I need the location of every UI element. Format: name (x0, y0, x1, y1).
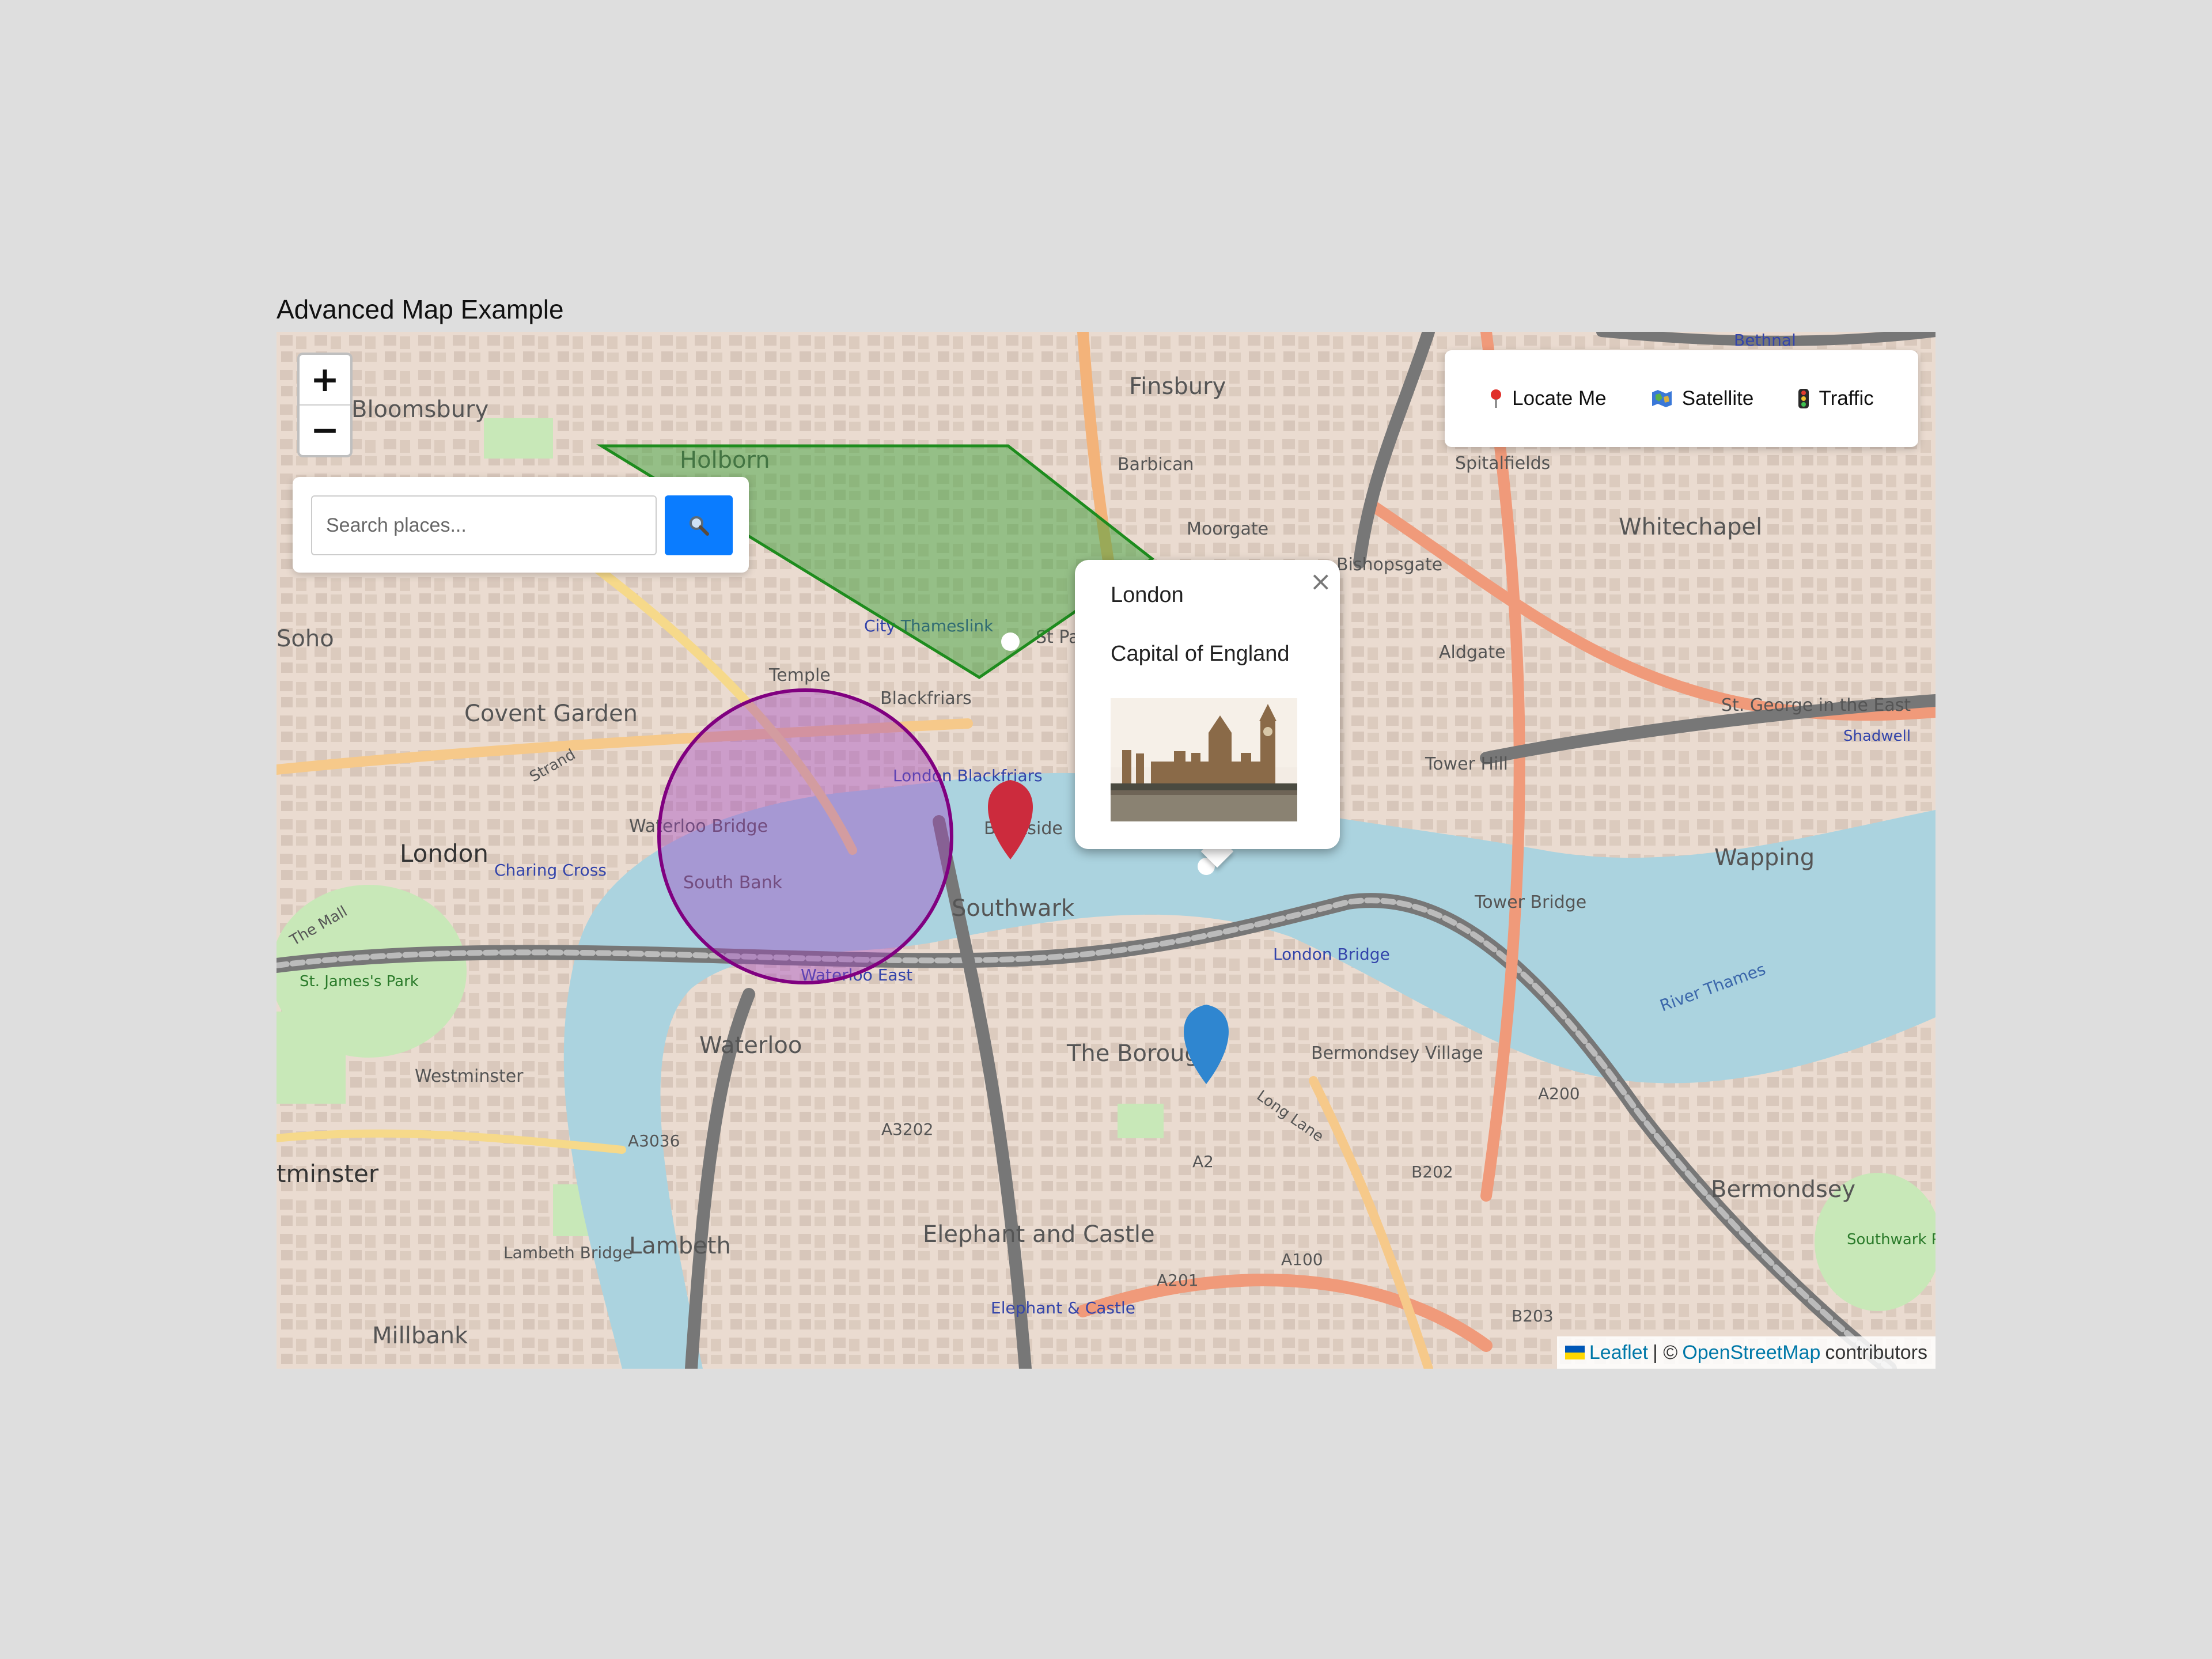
svg-text:B202: B202 (1411, 1162, 1453, 1181)
locate-me-label: Locate Me (1512, 387, 1607, 410)
svg-text:Blackfriars: Blackfriars (880, 688, 972, 709)
svg-text:Tower Bridge: Tower Bridge (1474, 892, 1586, 912)
search-panel (293, 477, 749, 573)
globe-map-icon (1652, 390, 1672, 407)
svg-text:Wapping: Wapping (1714, 844, 1815, 871)
pin-icon (1491, 389, 1502, 408)
popup-description: Capital of England (1111, 642, 1290, 666)
locate-me-button[interactable]: Locate Me (1489, 387, 1607, 410)
svg-text:Bethnal: Bethnal (1734, 332, 1796, 350)
svg-text:Charing Cross: Charing Cross (494, 861, 607, 880)
svg-text:Southwark: Southwark (952, 895, 1075, 922)
svg-text:Moorgate: Moorgate (1187, 519, 1268, 539)
magnifier-icon (690, 516, 709, 536)
svg-text:Shadwell: Shadwell (1843, 728, 1911, 745)
svg-text:A3036: A3036 (628, 1131, 680, 1150)
svg-text:Bermondsey Village: Bermondsey Village (1311, 1043, 1483, 1063)
svg-text:Soho: Soho (276, 626, 334, 652)
svg-text:Tower Hill: Tower Hill (1425, 754, 1508, 774)
info-popup: × London Capital of England (1075, 560, 1340, 849)
satellite-button[interactable]: Satellite (1651, 387, 1754, 410)
svg-text:Southwark Park: Southwark Park (1847, 1231, 1936, 1248)
attribution-separator: | © (1652, 1341, 1678, 1363)
map-attribution: Leaflet | © OpenStreetMap contributors (1556, 1336, 1936, 1369)
svg-text:St. George in the East: St. George in the East (1721, 695, 1911, 715)
svg-text:B203: B203 (1512, 1306, 1554, 1325)
svg-text:Elephant & Castle: Elephant & Castle (991, 1298, 1135, 1317)
popup-title: London (1111, 583, 1184, 607)
svg-text:Spitalfields: Spitalfields (1455, 453, 1550, 474)
traffic-label: Traffic (1819, 387, 1874, 410)
svg-text:A200: A200 (1538, 1084, 1580, 1103)
svg-text:Aldgate: Aldgate (1439, 642, 1506, 662)
page-title: Advanced Map Example (276, 294, 564, 324)
svg-text:Elephant and Castle: Elephant and Castle (923, 1221, 1155, 1248)
svg-text:Barbican: Barbican (1118, 454, 1194, 475)
leaflet-link[interactable]: Leaflet (1589, 1342, 1648, 1364)
svg-text:A201: A201 (1157, 1271, 1199, 1290)
zoom-out-button[interactable]: − (300, 404, 350, 455)
svg-text:Lambeth Bridge: Lambeth Bridge (503, 1243, 632, 1262)
svg-text:Waterloo: Waterloo (699, 1032, 802, 1059)
svg-text:A3202: A3202 (881, 1120, 933, 1139)
svg-text:A100: A100 (1281, 1250, 1323, 1269)
close-icon[interactable]: × (1309, 566, 1332, 597)
traffic-button[interactable]: Traffic (1798, 387, 1874, 410)
svg-text:St. James's Park: St. James's Park (300, 973, 419, 990)
svg-text:Whitechapel: Whitechapel (1619, 514, 1762, 540)
zoom-in-button[interactable]: + (300, 355, 350, 404)
search-button[interactable] (665, 495, 733, 555)
ukraine-flag-icon (1565, 1346, 1585, 1359)
svg-text:London: London (400, 839, 488, 868)
svg-text:Westminster: Westminster (415, 1066, 524, 1086)
svg-text:Lambeth: Lambeth (629, 1233, 731, 1259)
search-input[interactable] (311, 495, 657, 555)
svg-text:A2: A2 (1192, 1152, 1214, 1171)
attribution-suffix: contributors (1825, 1341, 1927, 1363)
svg-text:Bermondsey: Bermondsey (1711, 1176, 1855, 1203)
map-controls: Locate Me Satellite Traffic (1445, 350, 1918, 447)
svg-text:London Bridge: London Bridge (1273, 945, 1390, 964)
svg-text:Finsbury: Finsbury (1129, 373, 1226, 400)
svg-text:tminster: tminster (276, 1160, 379, 1188)
satellite-label: Satellite (1681, 387, 1754, 410)
zoom-control: + − (297, 353, 353, 457)
svg-text:Bishopsgate: Bishopsgate (1336, 555, 1442, 575)
svg-text:Temple: Temple (768, 665, 831, 685)
circle-overlay[interactable] (657, 688, 953, 984)
svg-text:Bloomsbury: Bloomsbury (351, 396, 488, 423)
svg-text:Millbank: Millbank (372, 1323, 468, 1349)
openstreetmap-link[interactable]: OpenStreetMap (1682, 1342, 1820, 1364)
map-container[interactable]: Bloomsbury Holborn Finsbury Barbican Moo… (276, 332, 1936, 1369)
svg-text:Covent Garden: Covent Garden (464, 700, 638, 727)
parliament-image (1111, 698, 1297, 821)
traffic-light-icon (1798, 389, 1809, 408)
